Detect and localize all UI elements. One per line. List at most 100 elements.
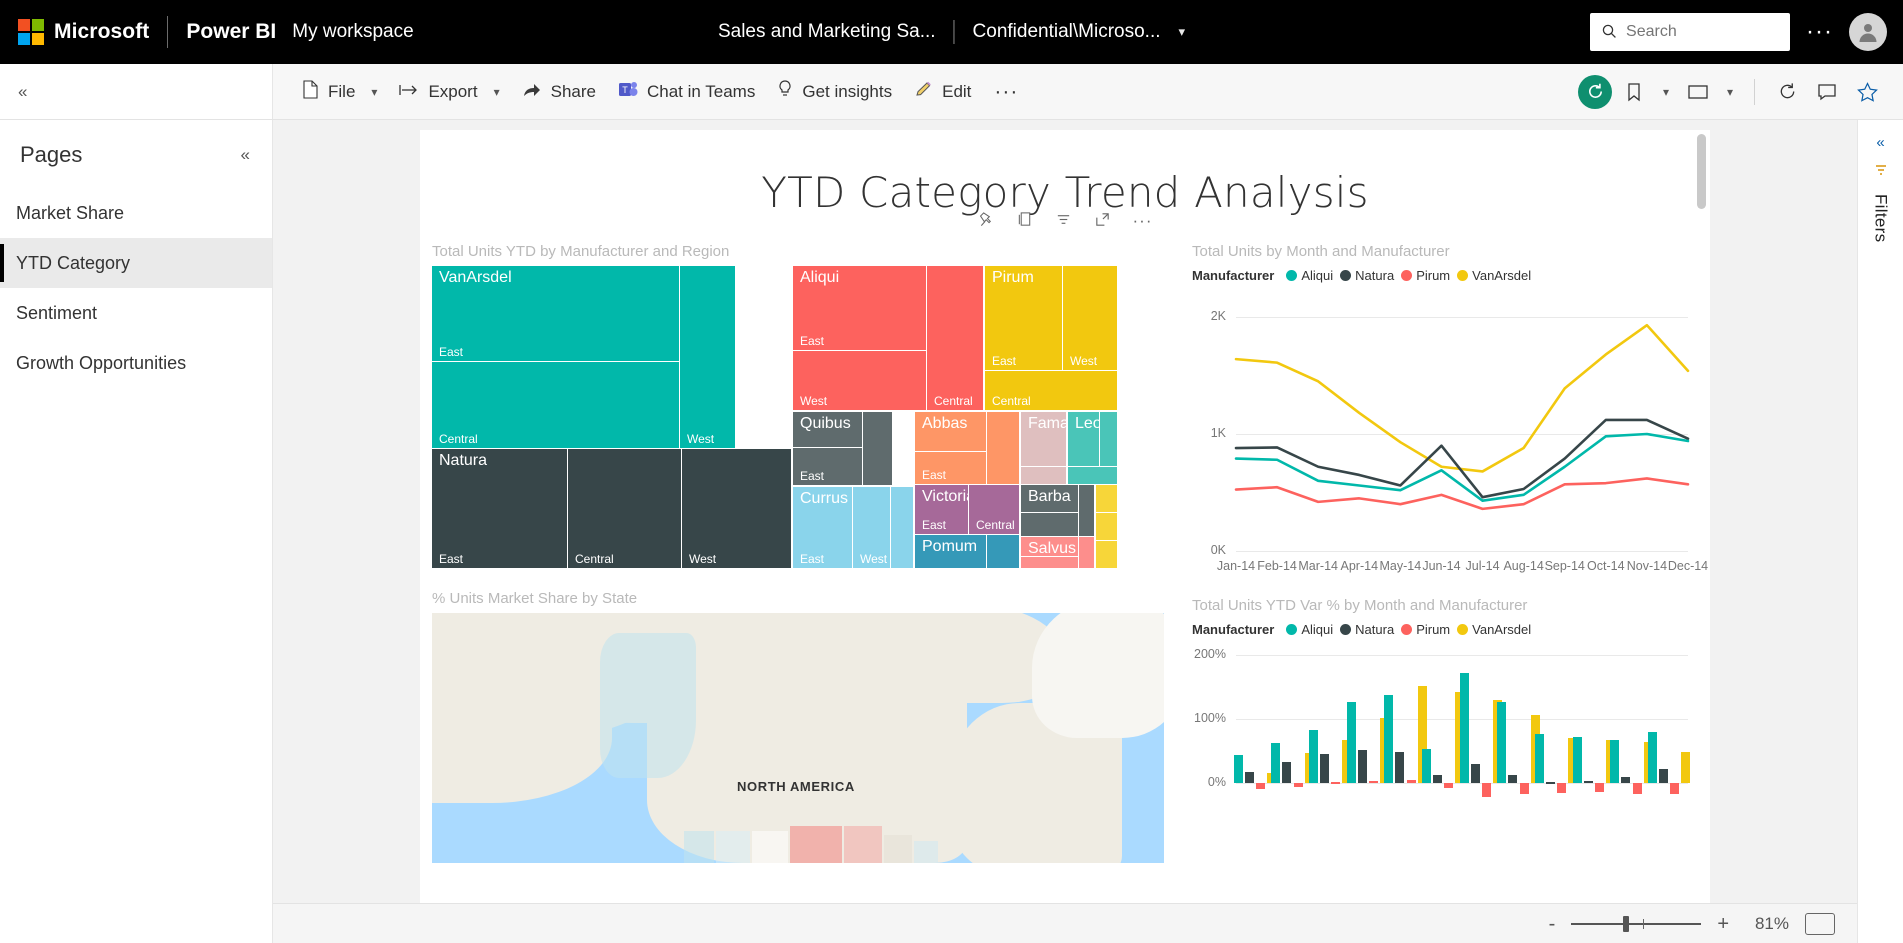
legend-item-vanarsdel[interactable]: VanArsdel: [1457, 268, 1531, 283]
toolbar-overflow-button[interactable]: ···: [982, 76, 1030, 108]
bar-segment[interactable]: [1357, 749, 1367, 783]
header-more-button[interactable]: ···: [1806, 20, 1833, 44]
treemap-cell[interactable]: Natura East: [432, 449, 568, 569]
bar-segment[interactable]: [1481, 782, 1491, 797]
bar-segment[interactable]: [1546, 781, 1556, 784]
treemap-cell[interactable]: [1079, 537, 1095, 569]
treemap-cell[interactable]: Central: [432, 362, 680, 449]
bar-segment[interactable]: [1681, 752, 1691, 783]
treemap-cell[interactable]: Fama: [1021, 412, 1067, 467]
treemap-cell[interactable]: [1021, 557, 1079, 569]
treemap-cell[interactable]: [1021, 467, 1067, 485]
treemap-cell[interactable]: Central: [985, 371, 1118, 411]
bar-segment[interactable]: [1384, 695, 1394, 783]
chevron-down-icon[interactable]: ▾: [371, 85, 377, 99]
zoom-slider-thumb[interactable]: [1623, 915, 1630, 932]
treemap-cell[interactable]: Aliqui East: [793, 266, 927, 351]
bar-segment[interactable]: [1421, 748, 1431, 783]
toolbar-file-button[interactable]: File ▾: [291, 73, 388, 111]
comment-icon[interactable]: [1809, 74, 1845, 110]
bar-segment[interactable]: [1497, 701, 1507, 783]
search-input[interactable]: [1626, 23, 1780, 41]
bar-segment[interactable]: [1368, 780, 1378, 783]
pin-icon[interactable]: [978, 211, 995, 233]
bar-segment[interactable]: [1406, 780, 1416, 783]
treemap-cell[interactable]: Quibus: [793, 412, 863, 448]
report-title[interactable]: Sales and Marketing Sa...: [718, 21, 936, 43]
treemap-cell[interactable]: Salvus: [1021, 537, 1079, 557]
bar-segment[interactable]: [1282, 762, 1292, 783]
filters-label[interactable]: Filters: [1871, 194, 1891, 242]
bar-segment[interactable]: [1346, 701, 1356, 783]
bar-chart-plot[interactable]: 0% 100% 200%: [1192, 643, 1698, 818]
bookmark-caret-icon[interactable]: ▾: [1656, 74, 1676, 110]
avatar[interactable]: [1849, 13, 1887, 51]
bar-segment[interactable]: [1519, 782, 1529, 795]
treemap-cell[interactable]: Abbas: [915, 412, 987, 452]
bookmark-icon[interactable]: [1616, 74, 1652, 110]
bar-segment[interactable]: [1659, 768, 1669, 783]
bar-segment[interactable]: [1244, 771, 1254, 783]
bar-segment[interactable]: [1233, 755, 1243, 783]
bar-segment[interactable]: [1320, 754, 1330, 783]
zoom-out-button[interactable]: -: [1549, 914, 1556, 934]
treemap-visual[interactable]: VanArsdel East Central West Natura East Centra…: [432, 266, 1164, 569]
treemap-cell[interactable]: Central: [568, 449, 682, 569]
toolbar-share-button[interactable]: Share: [511, 74, 607, 110]
map-visual[interactable]: NORTH AMERICA: [432, 613, 1164, 863]
treemap-cell[interactable]: Currus East: [793, 487, 853, 569]
legend-item-aliqui[interactable]: Aliqui: [1286, 622, 1333, 637]
more-icon[interactable]: ···: [1133, 211, 1153, 233]
line-chart-plot[interactable]: 0K 1K 2K Jan-14 Feb-14 Mar-14 Apr-14 May-14 Jun-…: [1192, 289, 1708, 585]
bar-segment[interactable]: [1594, 782, 1604, 793]
treemap-cell[interactable]: Pomum: [915, 535, 987, 569]
report-scrollbar-thumb[interactable]: [1697, 134, 1706, 209]
treemap-cell[interactable]: Victoria East: [915, 485, 969, 535]
powerbi-label[interactable]: Power BI: [186, 20, 276, 44]
sidebar-item-growth-opportunities[interactable]: Growth Opportunities: [0, 338, 272, 388]
legend-item-aliqui[interactable]: Aliqui: [1286, 268, 1333, 283]
treemap-cell[interactable]: Central: [927, 266, 984, 411]
legend-item-pirum[interactable]: Pirum: [1401, 622, 1450, 637]
line-series[interactable]: [1234, 477, 1690, 511]
line-series[interactable]: [1234, 432, 1690, 502]
pane-collapse-icon[interactable]: «: [0, 82, 27, 102]
treemap-cell[interactable]: [1021, 513, 1079, 537]
treemap-cell[interactable]: [1096, 485, 1118, 513]
sidebar-item-sentiment[interactable]: Sentiment: [0, 288, 272, 338]
treemap-cell[interactable]: West: [682, 449, 792, 569]
treemap-cell[interactable]: Leo: [1068, 412, 1100, 467]
treemap-cell[interactable]: Central: [969, 485, 1020, 535]
view-caret-icon[interactable]: ▾: [1720, 74, 1740, 110]
bar-segment[interactable]: [1572, 736, 1582, 783]
treemap-cell[interactable]: East: [793, 448, 863, 486]
treemap-cell[interactable]: [1079, 485, 1095, 537]
filter-icon[interactable]: [1055, 211, 1072, 233]
bar-segment[interactable]: [1610, 740, 1620, 783]
reset-icon[interactable]: [1578, 74, 1612, 109]
sensitivity-label[interactable]: Confidential\Microso...: [973, 21, 1161, 43]
treemap-cell[interactable]: [1096, 513, 1118, 541]
toolbar-get-insights-button[interactable]: Get insights: [766, 72, 903, 111]
treemap-cell[interactable]: VanArsdel East: [432, 266, 680, 362]
treemap-cell[interactable]: [863, 412, 893, 486]
expand-filters-icon[interactable]: «: [1876, 134, 1884, 151]
bar-segment[interactable]: [1255, 782, 1265, 789]
treemap-cell[interactable]: [1096, 541, 1118, 569]
legend-item-vanarsdel[interactable]: VanArsdel: [1457, 622, 1531, 637]
treemap-cell[interactable]: East: [915, 452, 987, 485]
bar-segment[interactable]: [1271, 742, 1281, 783]
treemap-cell[interactable]: West: [680, 266, 736, 449]
chevron-down-icon[interactable]: ▾: [494, 85, 500, 99]
workspace-label[interactable]: My workspace: [292, 21, 413, 43]
line-series[interactable]: [1234, 323, 1690, 473]
favorite-icon[interactable]: [1849, 74, 1885, 110]
microsoft-brand[interactable]: Microsoft: [0, 19, 149, 45]
treemap-cell[interactable]: Pirum East: [985, 266, 1063, 371]
treemap-cell[interactable]: Barba: [1021, 485, 1079, 513]
treemap-cell[interactable]: West: [853, 487, 891, 569]
bar-segment[interactable]: [1433, 774, 1443, 783]
bar-segment[interactable]: [1444, 782, 1454, 788]
bar-segment[interactable]: [1621, 777, 1631, 783]
treemap-cell[interactable]: [987, 412, 1020, 485]
